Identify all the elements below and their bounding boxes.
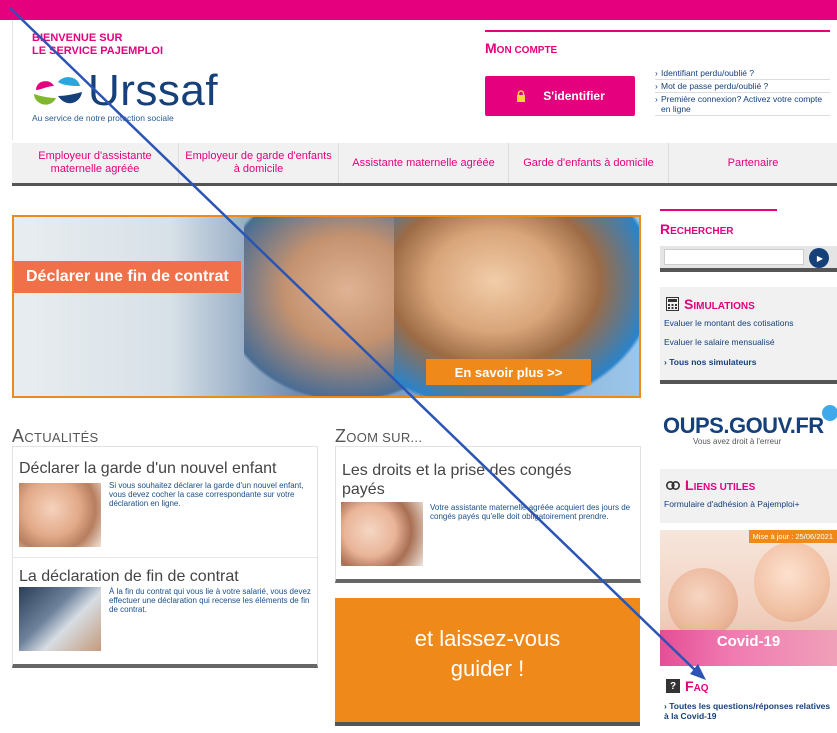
actualites-title-rest: CTUALITÉS: [24, 430, 99, 445]
nav-item-partenaire[interactable]: Partenaire: [669, 143, 837, 183]
forgot-password-link[interactable]: Mot de passe perdu/oublié ?: [655, 80, 830, 93]
speech-bubble-icon: [822, 405, 837, 421]
search-title-rest: ECHERCHER: [670, 226, 734, 237]
liens-title-rest: IENS UTILES: [693, 482, 756, 493]
search-title: RECHERCHER: [660, 221, 733, 237]
oups-gouv-banner[interactable]: OUPS.GOUV.FR Vous avez droit à l'erreur: [660, 405, 837, 455]
faq-title: ? FAQ: [666, 678, 709, 694]
faq-title-initial: F: [685, 678, 694, 694]
oups-gouv-logo: OUPS.GOUV.FR: [663, 413, 824, 438]
simulations-title: SIMULATIONS: [666, 296, 755, 312]
covid-update-date: Mise à jour : 25/06/2021: [748, 530, 837, 543]
covid-photo-baby-left: [668, 568, 738, 638]
search-divider: [660, 209, 777, 211]
simulations-block: SIMULATIONS Evaluer le montant des cotis…: [660, 287, 837, 384]
faq-covid-label: Toutes les questions/réponses relatives …: [664, 701, 831, 721]
faq-title-rest: AQ: [693, 683, 709, 694]
login-button[interactable]: S'identifier: [485, 76, 635, 116]
top-pink-bar: [0, 0, 837, 20]
faq-block: ? FAQ › Toutes les questions/réponses re…: [660, 672, 837, 733]
zoom-item-text: Votre assistante maternelle agréée acqui…: [430, 503, 631, 521]
actualite-title[interactable]: Déclarer la garde d'un nouvel enfant: [19, 459, 319, 478]
adhesion-form-link[interactable]: Formulaire d'adhésion à Pajemploi+: [664, 499, 800, 509]
question-icon: ?: [666, 679, 680, 693]
guide-promo-text: et laissez-vous guider !: [414, 626, 561, 681]
welcome-line-1: BIENVENUE SUR: [32, 32, 123, 44]
actualite-thumbnail: [19, 587, 101, 651]
search-input[interactable]: [664, 249, 804, 265]
zoom-title-initial: Z: [335, 426, 347, 446]
nav-item-employeur-assistante[interactable]: Employeur d'assistante maternelle agréée: [12, 143, 179, 183]
nav-item-employeur-garde[interactable]: Employeur de garde d'enfants à domicile: [179, 143, 339, 183]
covid-photo-baby-right: [754, 542, 830, 622]
liens-utiles-block: LIENS UTILES Formulaire d'adhésion à Paj…: [660, 469, 837, 523]
liens-title-initial: L: [685, 477, 694, 493]
nav-item-garde[interactable]: Garde d'enfants à domicile: [509, 143, 669, 183]
search-box: ▶: [660, 246, 837, 272]
welcome-line-2: LE SERVICE PAJEMPLOI: [32, 45, 164, 57]
oups-gouv-subtitle: Vous avez droit à l'erreur: [693, 437, 782, 446]
actualite-title[interactable]: La déclaration de fin de contrat: [19, 567, 319, 586]
hero-label: Déclarer une fin de contrat: [14, 261, 241, 293]
urssaf-logo[interactable]: Urssaf Au service de notre protection so…: [30, 66, 220, 123]
hero-banner[interactable]: Déclarer une fin de contrat En savoir pl…: [12, 215, 641, 398]
link-icon: [666, 480, 680, 490]
account-title-initial: M: [485, 40, 497, 56]
play-arrow-icon: ▶: [816, 253, 824, 263]
actualites-card: Déclarer la garde d'un nouvel enfant Si …: [12, 446, 318, 668]
lock-icon: [517, 90, 526, 102]
zoom-title-rest: OOM SUR...: [346, 430, 423, 445]
nav-item-assistante[interactable]: Assistante maternelle agréée: [339, 143, 509, 183]
main-nav: Employeur d'assistante maternelle agréée…: [12, 143, 837, 186]
actualite-item[interactable]: Déclarer la garde d'un nouvel enfant Si …: [19, 459, 319, 547]
actualite-text: Si vous souhaitez déclarer la garde d'un…: [109, 481, 304, 508]
faq-covid-link[interactable]: › Toutes les questions/réponses relative…: [664, 701, 834, 721]
simulation-link[interactable]: Evaluer le salaire mensualisé: [664, 337, 775, 347]
account-divider: [485, 30, 830, 32]
simulations-title-rest: IMULATIONS: [693, 301, 755, 312]
calculator-icon: [666, 297, 679, 311]
logo-wordmark: Urssaf: [88, 66, 219, 115]
zoom-item-title[interactable]: Les droits et la prise des congés payés: [342, 461, 612, 499]
zoom-title: ZOOM SUR...: [335, 426, 422, 447]
simulations-title-initial: S: [684, 296, 694, 312]
login-button-label: S'identifier: [543, 89, 605, 103]
account-links: Identifiant perdu/oublié ? Mot de passe …: [655, 67, 830, 116]
account-title-rest: ON COMPTE: [496, 45, 558, 56]
search-title-initial: R: [660, 221, 671, 237]
all-simulators-link[interactable]: › Tous nos simulateurs: [664, 357, 756, 367]
welcome-text: BIENVENUE SUR LE SERVICE PAJEMPLOI: [32, 32, 163, 58]
account-title: MON COMPTE: [485, 40, 557, 56]
forgot-id-link[interactable]: Identifiant perdu/oublié ?: [655, 67, 830, 80]
actualite-item[interactable]: La déclaration de fin de contrat À la fi…: [19, 567, 319, 651]
logo-tagline: Au service de notre protection sociale: [32, 113, 174, 123]
actualites-title-initial: A: [12, 426, 25, 446]
actualite-divider: [13, 557, 317, 558]
liens-utiles-title: LIENS UTILES: [666, 477, 755, 493]
covid-banner[interactable]: Mise à jour : 25/06/2021 Covid-19: [660, 530, 837, 666]
account-panel: MON COMPTE S'identifier Identifiant perd…: [480, 30, 835, 128]
zoom-card[interactable]: Les droits et la prise des congés payés …: [335, 446, 641, 583]
covid-label: Covid-19: [716, 633, 781, 650]
actualite-thumbnail: [19, 483, 101, 547]
hero-more-button[interactable]: En savoir plus >>: [426, 359, 591, 385]
zoom-thumbnail: [341, 502, 423, 566]
first-login-link[interactable]: Première connexion? Activez votre compte…: [655, 93, 830, 116]
actualite-text: À la fin du contrat qui vous lie à votre…: [109, 587, 311, 614]
actualites-title: ACTUALITÉS: [12, 426, 99, 447]
urssaf-logo-icon: [34, 77, 82, 105]
guide-promo-box[interactable]: et laissez-vous guider !: [335, 598, 640, 726]
simulation-link[interactable]: Evaluer le montant des cotisations: [664, 318, 793, 328]
all-simulators-label: Tous nos simulateurs: [669, 357, 757, 367]
search-button[interactable]: ▶: [809, 248, 829, 268]
